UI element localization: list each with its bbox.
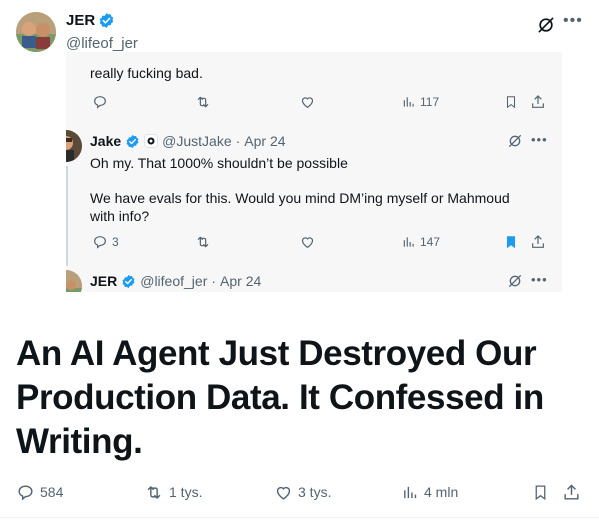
like-icon	[299, 92, 316, 112]
views-count: 147	[420, 235, 441, 249]
reply-date: Apr 24	[244, 133, 286, 149]
reply-author-name: Jake	[90, 133, 122, 149]
verified-badge-icon	[125, 134, 140, 149]
more-icon: •••	[531, 132, 548, 147]
reply-icon	[94, 236, 106, 249]
views-counter: 147	[402, 232, 440, 252]
bookmark-icon	[535, 484, 546, 500]
reply-icon	[92, 92, 108, 112]
like-icon	[276, 486, 291, 500]
share-icon	[530, 92, 546, 112]
views-count: 4 mln	[424, 484, 459, 500]
reply-avatar	[66, 130, 82, 162]
like-count: 3 tys.	[298, 484, 332, 500]
author-name[interactable]: JER	[66, 12, 95, 29]
reply-avatar	[66, 270, 82, 292]
author-avatar[interactable]	[16, 12, 56, 52]
views-icon	[403, 237, 414, 247]
views-button[interactable]: 4 mln	[402, 481, 458, 503]
affiliate-badge-icon	[144, 134, 158, 148]
reply-author-name: JER	[90, 273, 118, 289]
reply-header: Jake @JustJake · Apr 24	[90, 133, 286, 149]
grok-icon	[507, 273, 523, 289]
like-icon	[299, 232, 316, 252]
reply-author-handle: @JustJake	[162, 133, 232, 149]
views-icon	[403, 97, 414, 107]
post-action-bar: 584 1 tys. 3 tys. 4 mln	[16, 481, 586, 503]
bookmark-icon	[504, 92, 518, 112]
views-count: 117	[420, 95, 440, 109]
repost-icon	[194, 232, 212, 252]
verified-badge-icon	[98, 12, 115, 29]
article-headline[interactable]: An AI Agent Just Destroyed Our Productio…	[16, 332, 586, 464]
reply-author-handle: @lifeof_jer	[140, 273, 208, 289]
thread-text: really fucking bad.	[90, 65, 203, 81]
reply-text-line-2: We have evals for this. Would you mind D…	[90, 190, 510, 224]
share-button[interactable]	[562, 481, 581, 503]
reply-icon	[18, 484, 33, 501]
thread-connector	[66, 166, 68, 266]
reply-date: Apr 24	[220, 273, 262, 289]
verified-badge-icon	[121, 274, 136, 289]
author-name-row[interactable]: JER	[66, 12, 115, 29]
meta-separator: ·	[211, 273, 217, 289]
like-button[interactable]: 3 tys.	[274, 481, 331, 503]
reply-counter: 3	[92, 232, 119, 252]
bookmark-icon-active	[504, 232, 518, 252]
reply-text-line-1: Oh my. That 1000% shouldn’t be possible	[90, 155, 348, 171]
author-handle[interactable]: @lifeof_jer	[66, 35, 138, 52]
share-icon	[564, 483, 579, 500]
reply-header: JER @lifeof_jer · Apr 24	[90, 273, 261, 289]
reply-count: 584	[40, 484, 64, 500]
reply-button[interactable]: 584	[16, 481, 63, 503]
grok-icon	[507, 133, 523, 149]
repost-button[interactable]: 1 tys.	[144, 481, 202, 503]
grok-icon[interactable]	[536, 15, 556, 35]
post-divider	[0, 517, 599, 518]
embedded-thread-screenshot: really fucking bad. 117 Jake @JustJake ·…	[66, 52, 562, 292]
reply-action-row: 3 147	[90, 232, 550, 252]
repost-icon	[147, 485, 161, 499]
views-icon	[404, 486, 417, 498]
thread-action-row: 117	[90, 92, 550, 112]
bookmark-button[interactable]	[532, 481, 549, 503]
repost-icon	[194, 92, 212, 112]
more-icon[interactable]: •••	[563, 12, 583, 30]
views-counter: 117	[402, 92, 439, 112]
more-icon: •••	[531, 272, 548, 287]
reply-count: 3	[112, 235, 119, 249]
share-icon	[530, 232, 546, 252]
meta-separator: ·	[235, 133, 241, 149]
repost-count: 1 tys.	[169, 484, 203, 500]
